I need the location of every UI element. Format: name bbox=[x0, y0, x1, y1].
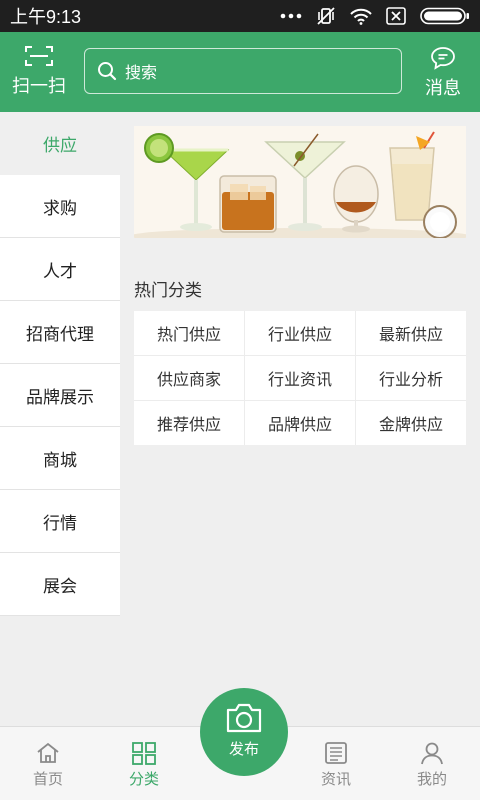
sidebar-item-talent[interactable]: 人才 bbox=[0, 238, 120, 301]
status-time: 上午9:13 bbox=[10, 7, 82, 27]
cocktail-illustration bbox=[134, 126, 466, 238]
camera-icon bbox=[226, 703, 262, 733]
sidebar-item-market[interactable]: 行情 bbox=[0, 490, 120, 553]
nav-mine[interactable]: 我的 bbox=[384, 741, 480, 789]
sidebar-item-supply[interactable]: 供应 bbox=[0, 112, 120, 175]
sidebar-item-brand-showcase[interactable]: 品牌展示 bbox=[0, 364, 120, 427]
search-placeholder: 搜索 bbox=[125, 63, 158, 82]
nav-home[interactable]: 首页 bbox=[0, 741, 96, 789]
scan-button[interactable]: 扫一扫 bbox=[8, 44, 70, 98]
nav-home-label: 首页 bbox=[32, 770, 63, 788]
message-icon bbox=[431, 47, 455, 70]
scan-icon bbox=[25, 46, 53, 66]
nav-news[interactable]: 资讯 bbox=[288, 741, 384, 789]
search-icon bbox=[98, 62, 117, 81]
sidebar-item-franchise[interactable]: 招商代理 bbox=[0, 301, 120, 364]
category-item[interactable]: 最新供应 bbox=[356, 311, 466, 355]
search-input[interactable]: 搜索 bbox=[84, 48, 402, 94]
nav-mine-label: 我的 bbox=[416, 770, 447, 788]
vibrate-off-icon bbox=[317, 7, 335, 25]
sidebar-item-mall[interactable]: 商城 bbox=[0, 427, 120, 490]
publish-button[interactable]: 发布 bbox=[200, 688, 288, 776]
sidebar-item-purchase[interactable]: 求购 bbox=[0, 175, 120, 238]
category-sidebar: 供应 求购 人才 招商代理 品牌展示 商城 行情 展会 bbox=[0, 112, 120, 616]
banner-image[interactable] bbox=[134, 126, 466, 238]
sidebar-item-exhibition[interactable]: 展会 bbox=[0, 553, 120, 616]
scan-label: 扫一扫 bbox=[12, 76, 66, 97]
category-item[interactable]: 热门供应 bbox=[134, 311, 244, 355]
nav-category[interactable]: 分类 bbox=[96, 741, 192, 789]
status-bar: 上午9:13 bbox=[0, 0, 480, 32]
header: 扫一扫 搜索 消息 bbox=[0, 32, 480, 112]
category-grid: 热门供应 行业供应 最新供应 供应商家 行业资讯 行业分析 推荐供应 品牌供应 … bbox=[134, 311, 466, 445]
battery-icon bbox=[420, 7, 469, 25]
category-item[interactable]: 推荐供应 bbox=[134, 401, 244, 445]
more-dots-icon bbox=[280, 13, 302, 19]
wifi-icon bbox=[350, 8, 372, 25]
category-item[interactable]: 金牌供应 bbox=[356, 401, 466, 445]
category-item[interactable]: 行业资讯 bbox=[245, 356, 355, 400]
category-item[interactable]: 品牌供应 bbox=[245, 401, 355, 445]
publish-label: 发布 bbox=[228, 740, 259, 758]
news-icon bbox=[325, 742, 347, 764]
user-icon bbox=[421, 742, 443, 765]
home-icon bbox=[37, 742, 59, 763]
category-item[interactable]: 供应商家 bbox=[134, 356, 244, 400]
status-icons bbox=[280, 6, 470, 26]
hot-category-title: 热门分类 bbox=[134, 281, 202, 301]
nav-news-label: 资讯 bbox=[320, 770, 351, 788]
category-item[interactable]: 行业分析 bbox=[356, 356, 466, 400]
nav-category-label: 分类 bbox=[128, 770, 159, 788]
message-button[interactable]: 消息 bbox=[414, 46, 472, 100]
message-label: 消息 bbox=[425, 78, 461, 99]
no-sim-icon bbox=[386, 7, 406, 25]
grid-icon bbox=[132, 742, 156, 765]
category-item[interactable]: 行业供应 bbox=[245, 311, 355, 355]
